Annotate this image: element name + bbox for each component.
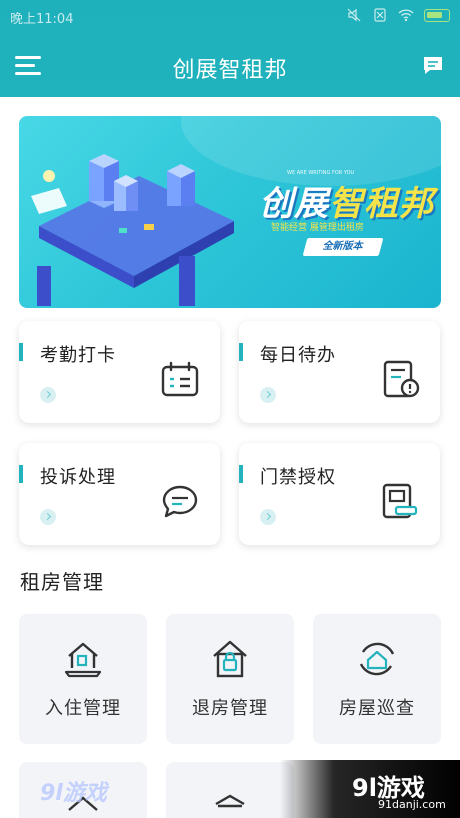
house-lock-icon [213, 640, 247, 678]
tile-inspection[interactable]: 房屋巡查 [313, 614, 441, 744]
status-time: 晚上11:04 [10, 12, 74, 27]
isometric-city-illustration [31, 154, 234, 306]
wifi-icon [398, 9, 414, 22]
chat-bubble-icon [162, 485, 198, 518]
card-attendance[interactable]: 考勤打卡 [19, 321, 220, 423]
card-label: 门禁授权 [260, 467, 336, 488]
page-title: 创展智租邦 [172, 58, 288, 83]
section-title-rental: 租房管理 [20, 570, 104, 594]
no-sim-icon [374, 8, 386, 22]
promo-banner[interactable]: WE ARE WRITING FOR YOU 创展智租邦 智能经营 展管理出租房… [19, 116, 441, 308]
building-icon [215, 794, 245, 808]
house-laptop-icon [64, 642, 102, 678]
arrow-right-icon [260, 387, 276, 403]
battery-icon [424, 8, 450, 22]
message-icon[interactable] [422, 54, 444, 76]
banner-title: 创展智租邦 [259, 184, 434, 224]
watermark-banner: 9l游戏 91danji.com [280, 760, 460, 818]
card-accent-bar [19, 465, 23, 483]
tile-checkin[interactable]: 入住管理 [19, 614, 147, 744]
watermark-logo-left: 9l游戏 [40, 781, 107, 806]
clipboard-alert-icon [383, 360, 420, 398]
tile-checkout[interactable]: 退房管理 [166, 614, 294, 744]
tile-label: 退房管理 [192, 698, 268, 719]
card-label: 每日待办 [260, 345, 336, 366]
mute-icon [347, 8, 361, 22]
banner-badge: 全新版本 [302, 238, 384, 256]
arrow-right-icon [40, 387, 56, 403]
status-bar: 晚上11:04 [0, 0, 460, 32]
card-complaints[interactable]: 投诉处理 [19, 443, 220, 545]
calendar-check-icon [161, 361, 199, 397]
house-refresh-icon [359, 642, 395, 676]
card-accent-bar [19, 343, 23, 361]
card-label: 考勤打卡 [40, 345, 116, 366]
card-access-control[interactable]: 门禁授权 [239, 443, 440, 545]
card-label: 投诉处理 [40, 467, 116, 488]
card-accent-bar [239, 465, 243, 483]
banner-subtitle: 智能经营 展管理出租房 [271, 223, 364, 233]
status-icons [346, 7, 450, 23]
arrow-right-icon [40, 509, 56, 525]
watermark-site: 91danji.com [378, 798, 446, 811]
arrow-right-icon [260, 509, 276, 525]
card-accent-bar [239, 343, 243, 361]
app-header: 晚上11:04 创展智租邦 [0, 0, 460, 97]
card-daily-todo[interactable]: 每日待办 [239, 321, 440, 423]
tile-label: 房屋巡查 [339, 698, 415, 719]
tile-more-2[interactable] [166, 762, 294, 818]
tile-label: 入住管理 [45, 698, 121, 719]
access-card-icon [382, 483, 418, 519]
